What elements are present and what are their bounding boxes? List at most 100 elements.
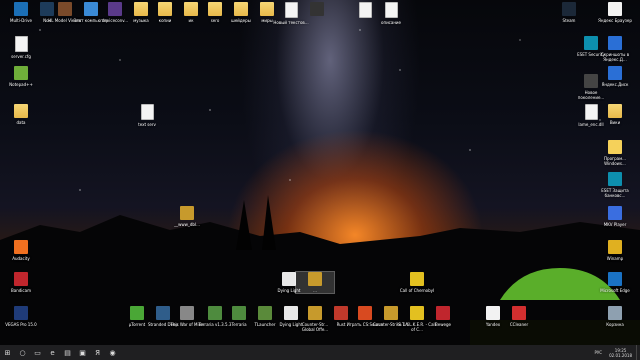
utorrent-glyph <box>130 306 144 320</box>
screenshots-icon[interactable]: Скриншоты в Яндекс.Д... <box>596 36 634 62</box>
icon-label: Audacity <box>12 256 30 261</box>
icon-label: VEGAS Pro 15.0 <box>5 322 37 327</box>
icon-label: Яндекс Браузер <box>598 18 632 23</box>
show-desktop-button[interactable] <box>636 345 640 360</box>
eset-banking-glyph <box>608 172 622 186</box>
clock-date: 02.01.2018 <box>609 352 632 358</box>
server-cfg-file-glyph <box>14 36 28 52</box>
steam-icon[interactable]: Steam <box>550 2 588 23</box>
yandex-browser-glyph <box>608 2 622 16</box>
audacity-glyph <box>14 240 28 254</box>
icon-label: Програм... Windows... <box>604 156 626 166</box>
notepad-icon[interactable]: Notepad++ <box>2 66 40 87</box>
sero-folder-glyph <box>208 2 222 16</box>
description-file-icon[interactable]: описание <box>372 2 410 25</box>
bandicam-glyph <box>14 272 28 286</box>
file-explorer-icon[interactable]: ▤ <box>60 345 75 360</box>
copies-folder-glyph <box>158 2 172 16</box>
icon-label: Вики <box>609 120 621 125</box>
icon-label: Новое поколение... <box>577 90 605 100</box>
dying-light-glyph <box>282 272 296 286</box>
mkv-player-glyph <box>608 206 622 220</box>
icon-label: ESET Защита банковс... <box>601 188 629 198</box>
this-war-of-mine-glyph <box>180 306 194 320</box>
yandex-browser-icon[interactable]: Яндекс Браузер <box>596 2 634 23</box>
mkv-player-icon[interactable]: MKV Player <box>596 206 634 227</box>
terraria2-glyph <box>232 306 246 320</box>
ccleaner-glyph <box>512 306 526 320</box>
icon-label: Call of Chernobyl <box>399 288 435 293</box>
yandex-disk-glyph <box>608 66 622 80</box>
text-serv-file-glyph <box>140 104 154 120</box>
recycle-bin-icon[interactable]: Корзина <box>596 306 634 327</box>
microsoft-edge-glyph <box>608 272 622 286</box>
icon-label: описание <box>381 20 401 25</box>
windows-programs-icon[interactable]: Програм... Windows... <box>596 140 634 166</box>
new-generation-icon[interactable]: Новое поколение... <box>572 74 610 100</box>
counter-strike-selected-glyph <box>308 272 322 286</box>
shaders-folder-glyph <box>234 2 248 16</box>
winamp-glyph <box>608 240 622 254</box>
counter-strike-selected-icon[interactable]: ... <box>295 271 335 294</box>
task-view-icon[interactable]: ▭ <box>30 345 45 360</box>
css-www-icon[interactable]: __www_dbl... <box>168 206 206 227</box>
clock[interactable]: 19:25 02.01.2018 <box>605 348 636 358</box>
ccleaner-icon[interactable]: CCleaner <box>500 306 538 327</box>
icon-label: CCleaner <box>509 322 529 327</box>
language-indicator[interactable]: РУС <box>591 350 605 355</box>
notepad-glyph <box>14 66 28 80</box>
icon-label: server.cfg <box>11 54 31 59</box>
screenshots-glyph <box>608 36 622 50</box>
recycle-bin-glyph <box>608 306 622 320</box>
store-icon[interactable]: ▣ <box>75 345 90 360</box>
bewege-glyph <box>436 306 450 320</box>
tlauncher-glyph <box>258 306 272 320</box>
icon-label: Bandicam <box>11 288 31 293</box>
cs16-glyph <box>384 306 398 320</box>
icon-label: Winamp <box>606 256 624 261</box>
icon-label: Notepad++ <box>9 82 33 87</box>
audacity-icon[interactable]: Audacity <box>2 240 40 261</box>
search-icon[interactable]: ○ <box>15 345 30 360</box>
eset-banking-icon[interactable]: ESET Защита банковс... <box>596 172 634 198</box>
call-of-chernobyl-glyph <box>410 272 424 286</box>
deviceconv-glyph <box>108 2 122 16</box>
description-file-glyph <box>384 2 398 18</box>
icon-label: __www_dbl... <box>174 222 200 227</box>
edge-taskbar-icon[interactable]: e <box>45 345 60 360</box>
stalker-glyph <box>410 306 424 320</box>
icon-label: data <box>16 120 26 125</box>
text-serv-file-icon[interactable]: text serv <box>128 104 166 127</box>
bewege-icon[interactable]: Bewege <box>424 306 462 327</box>
new-generation-glyph <box>584 74 598 88</box>
data-folder-icon[interactable]: data <box>2 104 40 125</box>
icon-label: MKV Player <box>603 222 627 227</box>
vegas-pro-icon[interactable]: VEGAS Pro 15.0 <box>2 306 40 327</box>
steam-glyph <box>562 2 576 16</box>
server-cfg-file-icon[interactable]: server.cfg <box>2 36 40 59</box>
bandicam-taskbar-icon[interactable]: ◉ <box>105 345 120 360</box>
csgo-glyph <box>308 306 322 320</box>
css-www-glyph <box>180 206 194 220</box>
system-tray: РУС 19:25 02.01.2018 <box>591 345 640 360</box>
yandex-glyph <box>486 306 500 320</box>
hl-model-viewer-glyph <box>58 2 72 16</box>
yandex-taskbar-icon[interactable]: Я <box>90 345 105 360</box>
new-text-doc-glyph <box>284 2 298 18</box>
wiki-folder-glyph <box>608 104 622 118</box>
dark-file-icon[interactable] <box>298 2 336 18</box>
file-glyph <box>358 2 372 18</box>
winamp-icon[interactable]: Winamp <box>596 240 634 261</box>
icon-label: Bewege <box>435 322 451 327</box>
microsoft-edge-icon[interactable]: Microsoft Edge <box>596 272 634 293</box>
start-icon[interactable]: ⊞ <box>0 345 15 360</box>
call-of-chernobyl-icon[interactable]: Call of Chernobyl <box>398 272 436 293</box>
wiki-folder-icon[interactable]: Вики <box>596 104 634 125</box>
icon-label: text serv <box>138 122 156 127</box>
dark-file-glyph <box>310 2 324 16</box>
icon-label: Новый текстов... <box>273 20 309 25</box>
landscape-silhouette <box>0 195 640 345</box>
bandicam-icon[interactable]: Bandicam <box>2 272 40 293</box>
icon-label: ... <box>313 288 317 293</box>
data-folder-glyph <box>14 104 28 118</box>
